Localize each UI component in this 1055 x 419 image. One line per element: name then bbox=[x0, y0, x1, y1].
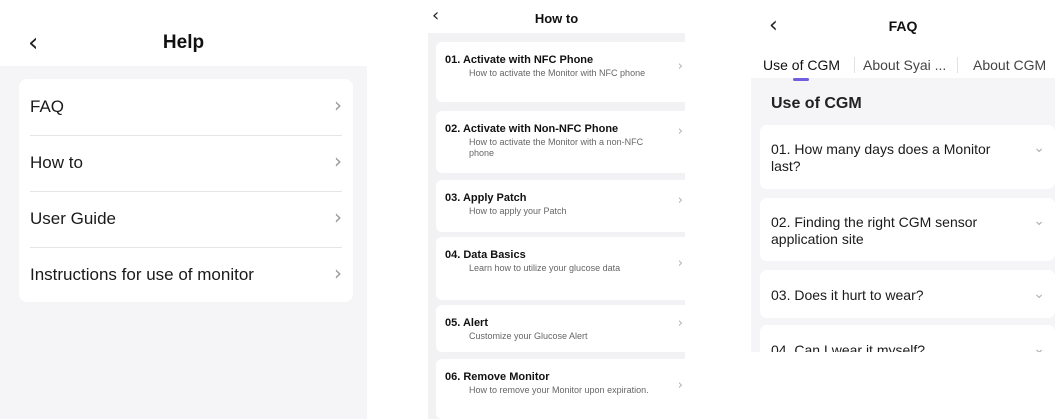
tab-about-cgm[interactable]: About CGM bbox=[973, 57, 1046, 73]
chevron-down-icon: ⌄ bbox=[1033, 140, 1045, 156]
howto-item[interactable]: 03. Apply Patch How to apply your Patch … bbox=[436, 180, 685, 232]
faq-question-text: 01. How many days does a Monitor last? bbox=[771, 141, 991, 174]
chevron-right-icon: › bbox=[677, 256, 683, 271]
section-title: Use of CGM bbox=[771, 95, 862, 112]
chevron-right-icon: › bbox=[677, 378, 683, 393]
faq-question-text: 02. Finding the right CGM sensor applica… bbox=[771, 214, 978, 247]
howto-item-desc: How to apply your Patch bbox=[469, 206, 567, 216]
faq-question-item[interactable]: 03. Does it hurt to wear? ⌄ bbox=[760, 270, 1055, 318]
help-item-label: FAQ bbox=[30, 97, 65, 116]
howto-item-desc: How to activate the Monitor with NFC pho… bbox=[469, 68, 646, 78]
faq-screen: ‹ FAQ Use of CGM About Syai ... About CG… bbox=[751, 0, 1055, 419]
help-item-user-guide[interactable]: User Guide › bbox=[30, 191, 342, 248]
page-title: Help bbox=[162, 32, 205, 53]
chevron-down-icon: ⌄ bbox=[1033, 213, 1045, 229]
chevron-right-icon: › bbox=[677, 124, 683, 139]
faq-header: ‹ FAQ Use of CGM About Syai ... About CG… bbox=[751, 0, 1055, 81]
howto-item-title: 02. Activate with Non-NFC Phone bbox=[445, 123, 619, 135]
help-menu-card: FAQ › How to › User Guide › Instructions… bbox=[19, 79, 353, 302]
chevron-right-icon: › bbox=[334, 261, 342, 285]
howto-screen: ‹ How to 01. Activate with NFC Phone How… bbox=[428, 0, 685, 419]
tab-about-syai[interactable]: About Syai ... bbox=[863, 57, 946, 73]
howto-item-title: 05. Alert bbox=[445, 317, 489, 329]
howto-item[interactable]: 04. Data Basics Learn how to utilize you… bbox=[436, 237, 685, 300]
help-item-label: Instructions for use of monitor bbox=[30, 265, 254, 284]
faq-question-item[interactable]: 02. Finding the right CGM sensor applica… bbox=[760, 198, 1055, 261]
help-item-label: How to bbox=[30, 153, 83, 172]
chevron-right-icon: › bbox=[677, 193, 683, 208]
active-tab-indicator bbox=[793, 78, 809, 81]
tab-divider bbox=[854, 57, 855, 73]
howto-header: ‹ How to bbox=[428, 0, 685, 33]
help-screen: ‹ Help FAQ › How to › User Guide › Instr… bbox=[0, 0, 367, 419]
help-item-how-to[interactable]: How to › bbox=[30, 135, 342, 192]
howto-item[interactable]: 01. Activate with NFC Phone How to activ… bbox=[436, 42, 685, 102]
chevron-right-icon: › bbox=[334, 205, 342, 229]
tab-divider bbox=[957, 57, 958, 73]
chevron-right-icon: › bbox=[677, 59, 683, 74]
page-title: How to bbox=[534, 11, 579, 26]
howto-item-desc: How to activate the Monitor with a non-N… bbox=[469, 137, 644, 158]
howto-item-title: 04. Data Basics bbox=[445, 249, 526, 261]
faq-question-text: 03. Does it hurt to wear? bbox=[771, 287, 924, 303]
help-item-instructions[interactable]: Instructions for use of monitor › bbox=[30, 247, 342, 303]
howto-item-desc: Learn how to utilize your glucose data bbox=[469, 263, 621, 273]
help-item-faq[interactable]: FAQ › bbox=[30, 79, 342, 136]
bottom-cover bbox=[751, 352, 1055, 419]
howto-item-desc: Customize your Glucose Alert bbox=[469, 331, 588, 341]
howto-item[interactable]: 02. Activate with Non-NFC Phone How to a… bbox=[436, 111, 685, 173]
chevron-right-icon: › bbox=[334, 149, 342, 173]
howto-item[interactable]: 05. Alert Customize your Glucose Alert › bbox=[436, 305, 685, 352]
tab-use-of-cgm[interactable]: Use of CGM bbox=[763, 57, 840, 73]
howto-item-desc: How to remove your Monitor upon expirati… bbox=[469, 385, 649, 395]
howto-item-title: 06. Remove Monitor bbox=[445, 371, 550, 383]
faq-question-item[interactable]: 01. How many days does a Monitor last? ⌄ bbox=[760, 125, 1055, 189]
help-item-label: User Guide bbox=[30, 209, 116, 228]
howto-item-title: 03. Apply Patch bbox=[445, 192, 527, 204]
page-title: FAQ bbox=[888, 18, 918, 34]
howto-item[interactable]: 06. Remove Monitor How to remove your Mo… bbox=[436, 359, 685, 419]
chevron-down-icon: ⌄ bbox=[1033, 286, 1045, 302]
howto-item-title: 01. Activate with NFC Phone bbox=[445, 54, 594, 66]
chevron-right-icon: › bbox=[677, 316, 683, 331]
help-header: ‹ Help bbox=[0, 0, 367, 66]
chevron-right-icon: › bbox=[334, 93, 342, 117]
